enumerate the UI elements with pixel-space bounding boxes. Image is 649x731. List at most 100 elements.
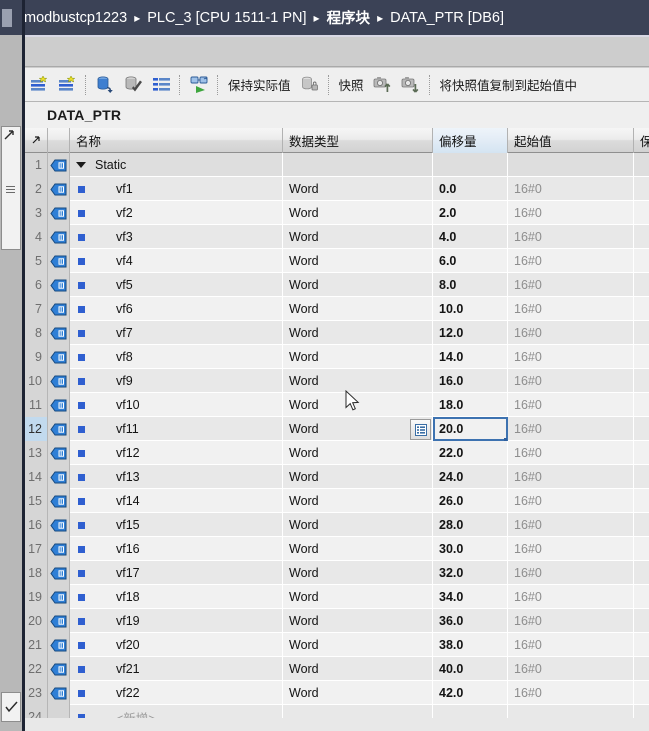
lock-datablock-button[interactable]: [298, 73, 322, 97]
row-number[interactable]: 2: [25, 177, 48, 201]
table-row[interactable]: 16 vf15 Word 28.0 16#0: [25, 513, 649, 537]
cell-data-type[interactable]: Word: [283, 177, 433, 201]
table-row[interactable]: 6 vf5 Word 8.0 16#0: [25, 273, 649, 297]
collapse-arrow-icon[interactable]: [4, 130, 16, 142]
table-row[interactable]: 9 vf8 Word 14.0 16#0: [25, 345, 649, 369]
cell-retain[interactable]: [634, 537, 649, 561]
cell-retain[interactable]: [634, 225, 649, 249]
cell-retain[interactable]: [634, 465, 649, 489]
cell-offset[interactable]: 40.0: [433, 657, 508, 681]
table-row[interactable]: 12 vf11 Word 20.0 16#0: [25, 417, 649, 441]
cell-data-type[interactable]: Word: [283, 465, 433, 489]
row-number[interactable]: 7: [25, 297, 48, 321]
row-tag-cell[interactable]: [48, 249, 70, 273]
breadcrumb-item[interactable]: DATA_PTR [DB6]: [390, 10, 504, 26]
cell-start-value[interactable]: 16#0: [508, 609, 634, 633]
cell-name[interactable]: vf13: [70, 465, 283, 489]
keep-actual-values-label[interactable]: 保持实际值: [223, 75, 296, 94]
snapshot-up-button[interactable]: [371, 73, 395, 97]
table-row[interactable]: 7 vf6 Word 10.0 16#0: [25, 297, 649, 321]
cell-retain[interactable]: [634, 177, 649, 201]
cell-start-value[interactable]: [508, 153, 634, 177]
row-number[interactable]: 23: [25, 681, 48, 705]
cell-offset[interactable]: 16.0: [433, 369, 508, 393]
cell-name[interactable]: vf10: [70, 393, 283, 417]
cell-name[interactable]: vf5: [70, 273, 283, 297]
fill-handle[interactable]: [504, 438, 507, 441]
row-tag-cell[interactable]: [48, 345, 70, 369]
table-row[interactable]: 11 vf10 Word 18.0 16#0: [25, 393, 649, 417]
row-number[interactable]: 1: [25, 153, 48, 177]
table-row[interactable]: 1 Static: [25, 153, 649, 177]
breadcrumb[interactable]: modbustcp1223 ▸ PLC_3 [CPU 1511-1 PN] ▸ 程序块 ▸…: [24, 7, 504, 28]
table-row[interactable]: 20 vf19 Word 36.0 16#0: [25, 609, 649, 633]
offset-list-button[interactable]: [410, 419, 431, 440]
cell-retain[interactable]: [634, 417, 649, 441]
cell-name[interactable]: Static: [70, 153, 283, 177]
cell-name[interactable]: vf3: [70, 225, 283, 249]
row-tag-cell[interactable]: [48, 681, 70, 705]
cell-data-type[interactable]: [283, 153, 433, 177]
row-number[interactable]: 20: [25, 609, 48, 633]
sidebar-bottom-panel[interactable]: [1, 692, 21, 722]
header-retain[interactable]: 保: [634, 128, 649, 153]
cell-start-value[interactable]: 16#0: [508, 681, 634, 705]
table-row[interactable]: 19 vf18 Word 34.0 16#0: [25, 585, 649, 609]
table-row[interactable]: 10 vf9 Word 16.0 16#0: [25, 369, 649, 393]
cell-start-value[interactable]: 16#0: [508, 249, 634, 273]
breadcrumb-item[interactable]: PLC_3 [CPU 1511-1 PN]: [147, 10, 306, 26]
row-tag-cell[interactable]: [48, 513, 70, 537]
cell-retain[interactable]: [634, 393, 649, 417]
cell-start-value[interactable]: 16#0: [508, 393, 634, 417]
cell-data-type[interactable]: Word: [283, 225, 433, 249]
row-tag-cell[interactable]: [48, 177, 70, 201]
cell-start-value[interactable]: 16#0: [508, 561, 634, 585]
row-number[interactable]: 16: [25, 513, 48, 537]
cell-name[interactable]: vf6: [70, 297, 283, 321]
cell-data-type[interactable]: Word: [283, 273, 433, 297]
cell-offset[interactable]: [433, 153, 508, 177]
cell-offset[interactable]: 6.0: [433, 249, 508, 273]
cell-retain[interactable]: [634, 657, 649, 681]
cell-offset[interactable]: 38.0: [433, 633, 508, 657]
row-number[interactable]: 6: [25, 273, 48, 297]
cell-start-value[interactable]: 16#0: [508, 537, 634, 561]
row-tag-cell[interactable]: [48, 657, 70, 681]
snapshot-label[interactable]: 快照: [334, 75, 369, 94]
cell-offset[interactable]: 8.0: [433, 273, 508, 297]
cell-offset[interactable]: 34.0: [433, 585, 508, 609]
cell-name[interactable]: vf4: [70, 249, 283, 273]
cell-retain[interactable]: [634, 513, 649, 537]
cell-data-type[interactable]: Word: [283, 393, 433, 417]
row-tag-cell[interactable]: [48, 225, 70, 249]
row-tag-cell[interactable]: [48, 489, 70, 513]
insert-row-above-button[interactable]: [27, 73, 51, 97]
cell-offset[interactable]: 22.0: [433, 441, 508, 465]
cell-offset[interactable]: 28.0: [433, 513, 508, 537]
table-row[interactable]: 2 vf1 Word 0.0 16#0: [25, 177, 649, 201]
cell-offset[interactable]: 10.0: [433, 297, 508, 321]
header-name[interactable]: 名称: [70, 128, 283, 153]
cell-name[interactable]: vf11: [70, 417, 283, 441]
cell-retain[interactable]: [634, 273, 649, 297]
copy-snapshot-to-start-label[interactable]: 将快照值复制到起始值中: [435, 75, 583, 94]
row-tag-cell[interactable]: [48, 369, 70, 393]
row-tag-cell[interactable]: [48, 201, 70, 225]
cell-start-value[interactable]: 16#0: [508, 345, 634, 369]
cell-retain[interactable]: [634, 489, 649, 513]
row-number[interactable]: 22: [25, 657, 48, 681]
expand-all-rows-button[interactable]: [149, 73, 173, 97]
triangle-down-icon[interactable]: [76, 162, 86, 168]
row-number[interactable]: 9: [25, 345, 48, 369]
cell-offset[interactable]: 14.0: [433, 345, 508, 369]
row-tag-cell[interactable]: [48, 153, 70, 177]
row-number[interactable]: 5: [25, 249, 48, 273]
row-tag-cell[interactable]: [48, 273, 70, 297]
cell-name[interactable]: vf1: [70, 177, 283, 201]
cell-offset[interactable]: 12.0: [433, 321, 508, 345]
cell-name[interactable]: vf8: [70, 345, 283, 369]
cell-offset[interactable]: 20.0: [433, 417, 508, 441]
cell-name[interactable]: vf19: [70, 609, 283, 633]
row-tag-cell[interactable]: [48, 609, 70, 633]
row-number[interactable]: 11: [25, 393, 48, 417]
